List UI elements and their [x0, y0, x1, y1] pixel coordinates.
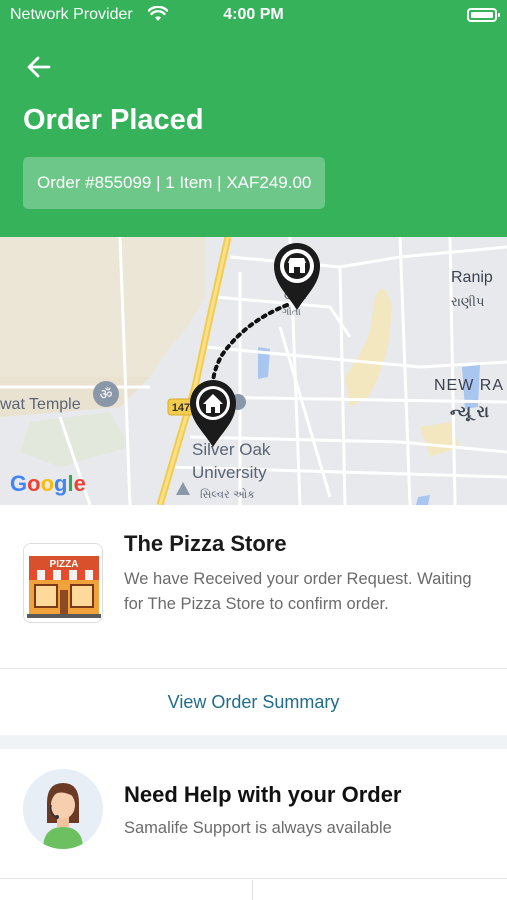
delivery-map[interactable]: 147 ॐ wat Temple Silver Oak University સ…: [0, 237, 507, 505]
arrow-left-icon: [27, 56, 51, 78]
map-label-new-ranip: NEW RA: [434, 377, 504, 394]
svg-text:ॐ: ॐ: [100, 387, 113, 403]
order-info-badge: Order #855099 | 1 Item | XAF249.00: [23, 157, 326, 209]
support-agent-avatar: [23, 769, 103, 849]
map-label-temple: wat Temple: [0, 396, 81, 413]
highway-shield-label: 147: [172, 402, 190, 414]
section-divider: [0, 735, 507, 749]
map-label-university: University: [192, 463, 267, 482]
order-status-message: We have Received your order Request. Wai…: [124, 570, 472, 613]
map-label-ranip: Ranip: [451, 269, 493, 286]
store-name: The Pizza Store: [124, 531, 287, 556]
view-order-summary-link[interactable]: View Order Summary: [0, 669, 507, 735]
bottom-divider: [252, 880, 253, 900]
battery-icon: [467, 8, 500, 22]
order-header: Order Placed Order #855099 | 1 Item | XA…: [0, 32, 507, 237]
support-help-card[interactable]: Need Help with your Order Samalife Suppo…: [0, 749, 507, 879]
google-logo: Google: [10, 471, 86, 496]
pizza-sign-text: PIZZA: [50, 559, 79, 570]
map-label-new-ranip-gujarati: ન્યૂ રા: [450, 402, 489, 422]
status-bar: Network Provider 4:00 PM: [0, 0, 507, 32]
clock-time: 4:00 PM: [223, 6, 284, 23]
store-logo: PIZZA: [23, 543, 103, 623]
help-subtitle: Samalife Support is always available: [124, 819, 392, 837]
store-status-card: PIZZA The Pizza Store We have Received y…: [0, 505, 507, 669]
map-label-silver-oak-gujarati: સિલ્વર ઓક: [200, 488, 255, 501]
map-label-ranip-gujarati: રાણીપ: [451, 294, 484, 310]
page-title: Order Placed: [23, 104, 204, 136]
pizza-shop-icon: PIZZA: [24, 544, 102, 622]
support-agent-icon: [23, 769, 103, 849]
map-label-silver-oak: Silver Oak: [192, 440, 271, 459]
back-button[interactable]: [22, 50, 56, 84]
help-title: Need Help with your Order: [124, 782, 402, 807]
